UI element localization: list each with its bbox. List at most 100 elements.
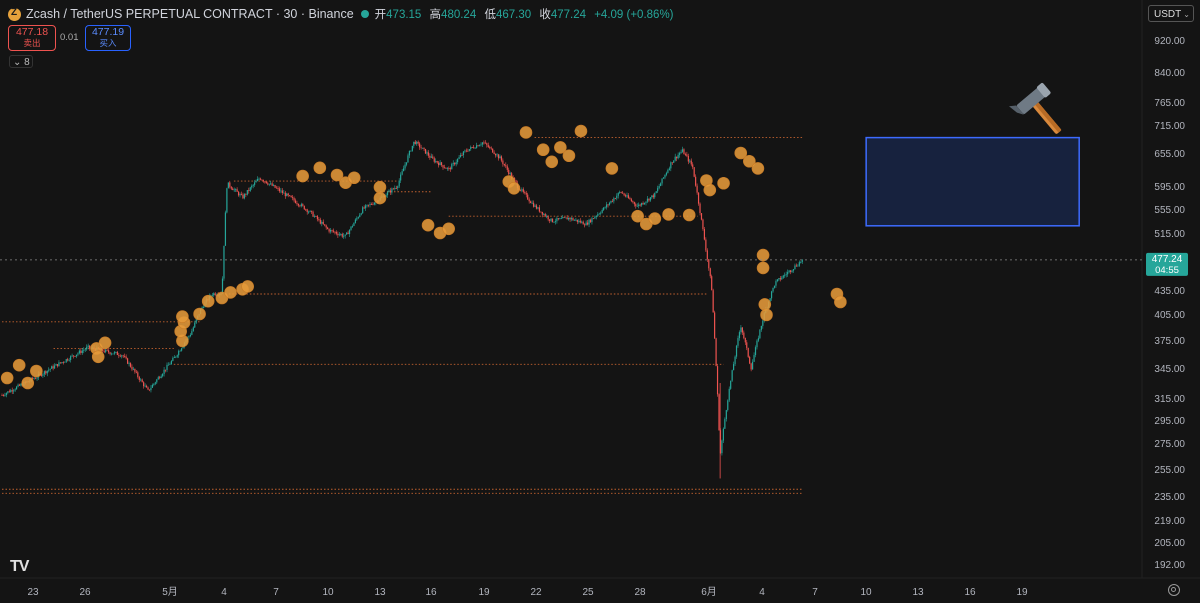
candle-body	[58, 362, 60, 367]
indicators-toggle[interactable]: ⌄ 8	[9, 55, 33, 68]
gear-icon[interactable]	[1168, 584, 1180, 596]
candle-body	[544, 213, 546, 217]
candle-body	[562, 217, 564, 219]
candle-body	[521, 189, 523, 191]
candle-body	[353, 222, 355, 226]
current-price-tag: 477.24 04:55	[1146, 252, 1188, 276]
candle-body	[430, 156, 432, 158]
candle-body	[733, 364, 735, 371]
candle-body	[579, 220, 581, 223]
candle-body	[489, 147, 491, 148]
candle-body	[486, 143, 488, 146]
candle-body	[77, 353, 79, 355]
candle-body	[163, 369, 165, 374]
candle-body	[20, 383, 22, 386]
candle-body	[585, 222, 587, 226]
candle-body	[553, 221, 555, 223]
candle-body	[734, 356, 736, 365]
tradingview-logo[interactable]: TV	[10, 558, 29, 576]
candle-body	[421, 147, 424, 149]
candle-body	[373, 202, 375, 205]
candle-body	[328, 228, 330, 232]
buy-price: 477.19	[91, 26, 125, 38]
candle-body	[322, 221, 324, 225]
candle-body	[641, 203, 643, 206]
candle-body	[112, 353, 114, 355]
candle-body	[249, 187, 251, 191]
currency-selector[interactable]: USDT ⌄	[1148, 5, 1194, 22]
countdown-label: 04:55	[1155, 265, 1179, 276]
candle-body	[280, 190, 282, 192]
candle-body	[64, 361, 66, 363]
candle-body	[370, 203, 373, 205]
candle-body	[86, 346, 88, 350]
candle-body	[795, 265, 798, 267]
candle-body	[132, 368, 135, 370]
candle-body	[243, 194, 246, 199]
buy-button[interactable]: 477.19 买入	[85, 25, 131, 51]
candle-body	[8, 391, 10, 393]
indicator-count: 8	[24, 57, 30, 68]
candle-body	[478, 145, 481, 147]
candle-body	[11, 390, 13, 392]
candle-body	[359, 214, 361, 218]
buy-label: 买入	[99, 38, 117, 48]
candle-body	[699, 203, 701, 214]
candle-body	[214, 293, 216, 296]
candle-body	[798, 262, 800, 266]
candle-body	[195, 319, 197, 323]
candle-body	[760, 325, 762, 330]
ohlc-close-label: 收	[539, 9, 551, 21]
candle-body	[405, 162, 408, 165]
trade-marker	[562, 149, 576, 163]
candle-body	[302, 204, 304, 206]
candle-body	[569, 217, 571, 220]
price-chart[interactable]: 920.00 840.00 765.00 715.00 655.00 595.00 555.…	[0, 0, 1200, 603]
trade-marker	[0, 371, 14, 385]
candle-body	[67, 359, 69, 361]
candle-body	[268, 183, 270, 185]
candle-body	[662, 177, 665, 179]
candle-body	[474, 147, 476, 149]
time-tick-label: 23	[27, 587, 39, 598]
candle-body	[785, 274, 787, 276]
candle-body	[557, 218, 559, 220]
candle-body	[480, 144, 482, 146]
candle-body	[306, 209, 308, 213]
ohlc-values: 开473.15 高480.24 低467.30 收477.24 +4.09 (+…	[375, 6, 679, 22]
candle-body	[629, 198, 631, 200]
candle-body	[750, 363, 752, 370]
candle-body	[661, 178, 663, 184]
sell-button[interactable]: 477.18 卖出	[8, 25, 56, 51]
candle-body	[458, 157, 460, 159]
candle-body	[646, 198, 649, 202]
candle-body	[556, 218, 558, 222]
candle-body	[595, 215, 597, 217]
symbol-title[interactable]: Zcash / TetherUS PERPETUAL CONTRACT · 30…	[26, 7, 354, 21]
candle-body	[141, 379, 143, 383]
candle-body	[740, 327, 742, 333]
candle-body	[281, 190, 283, 193]
candle-body	[432, 156, 434, 159]
candle-body	[695, 176, 697, 186]
candle-body	[122, 355, 124, 357]
candle-body	[354, 219, 356, 223]
candle-body	[722, 428, 724, 441]
candle-body	[230, 186, 232, 189]
candle-body	[703, 229, 706, 240]
candle-body	[315, 216, 317, 217]
candle-body	[756, 340, 758, 348]
candle-body	[664, 174, 666, 178]
zcash-coin-icon	[8, 7, 21, 21]
price-tick-label: 435.00	[1154, 286, 1185, 297]
candle-body	[582, 221, 584, 225]
candle-body	[300, 204, 302, 207]
candle-body	[505, 165, 507, 167]
trade-marker	[21, 376, 35, 390]
candle-body	[350, 226, 352, 230]
candle-body	[150, 387, 152, 391]
target-zone-rectangle[interactable]	[865, 136, 1080, 227]
candle-body	[601, 209, 603, 213]
candle-body	[189, 334, 191, 337]
time-tick-label: 13	[912, 587, 924, 598]
